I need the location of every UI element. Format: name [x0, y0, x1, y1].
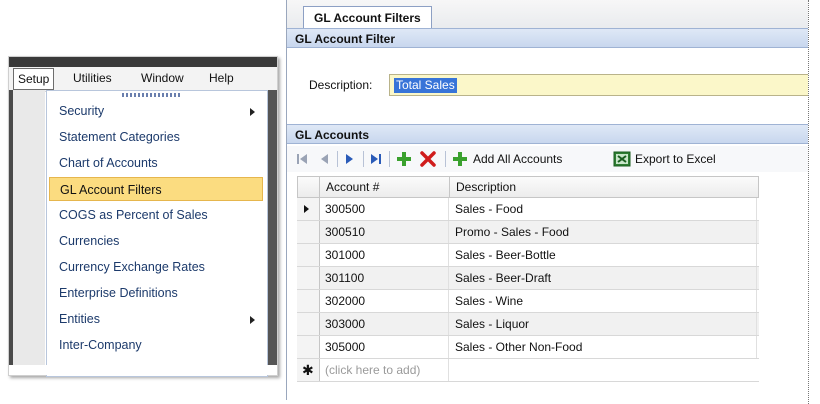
row-selector-header — [298, 177, 320, 197]
table-row[interactable]: 301000 Sales - Beer-Bottle — [297, 244, 759, 267]
table-row[interactable]: 300510 Promo - Sales - Food — [297, 221, 759, 244]
menu-item-statement-categories[interactable]: Statement Categories — [49, 125, 263, 149]
description-field[interactable]: Total Sales — [389, 74, 809, 96]
toolbar-separator — [389, 151, 390, 167]
menu-item-chart-of-accounts[interactable]: Chart of Accounts — [49, 151, 263, 175]
grid-header: Account # Description — [297, 176, 759, 198]
previous-record-icon[interactable] — [317, 150, 331, 168]
table-row[interactable]: 303000 Sales - Liquor — [297, 313, 759, 336]
cell-account-number[interactable]: 300500 — [319, 198, 449, 220]
submenu-arrow-icon — [250, 316, 255, 324]
toolbar-separator — [445, 151, 446, 167]
menu-item-label: Currency Exchange Rates — [59, 260, 205, 274]
cell-account-number[interactable]: 301100 — [319, 267, 449, 289]
menu-left-edge — [9, 90, 13, 375]
menubar: Setup Utilities Window Help — [9, 67, 277, 92]
cell-account-number[interactable]: 302000 — [319, 290, 449, 312]
menu-item-label: Statement Categories — [59, 130, 180, 144]
excel-icon — [613, 151, 631, 167]
setup-dropdown: Security Statement Categories Chart of A… — [46, 90, 268, 377]
menubar-window[interactable]: Window — [137, 69, 188, 87]
cell-description[interactable]: Sales - Other Non-Food — [449, 336, 757, 358]
menu-grip[interactable] — [122, 93, 182, 97]
row-selector[interactable] — [297, 244, 320, 266]
menu-item-gl-account-filters[interactable]: GL Account Filters — [49, 177, 263, 201]
cell-account-number[interactable]: 305000 — [319, 336, 449, 358]
tab-strip: GL Account Filters — [287, 0, 809, 29]
menu-item-label: Enterprise Definitions — [59, 286, 178, 300]
column-header-description[interactable]: Description — [450, 177, 758, 197]
menu-item-label: Chart of Accounts — [59, 156, 158, 170]
delete-icon[interactable] — [419, 150, 437, 168]
menu-item-entities[interactable]: Entities — [49, 307, 263, 331]
table-row[interactable]: 301100 Sales - Beer-Draft — [297, 267, 759, 290]
menu-item-enterprise-definitions[interactable]: Enterprise Definitions — [49, 281, 263, 305]
toolbar-separator — [337, 151, 338, 167]
menu-item-label: COGS as Percent of Sales — [59, 208, 208, 222]
menu-item-currency-exchange-rates[interactable]: Currency Exchange Rates — [49, 255, 263, 279]
grid-toolbar: Add All Accounts Export to Excel — [287, 146, 809, 172]
description-value: Total Sales — [394, 78, 457, 93]
menu-item-cogs-percent-of-sales[interactable]: COGS as Percent of Sales — [49, 203, 263, 227]
row-selector[interactable] — [297, 290, 320, 312]
menu-item-currencies[interactable]: Currencies — [49, 229, 263, 253]
row-selector[interactable] — [297, 336, 320, 358]
gl-account-filters-window: GL Account Filters GL Account Filter Des… — [286, 0, 809, 400]
menu-left-margin — [9, 90, 45, 375]
table-row[interactable]: 300500 Sales - Food — [297, 198, 759, 221]
cell-description[interactable]: Sales - Beer-Draft — [449, 267, 757, 289]
row-selector[interactable] — [297, 198, 320, 220]
cell-description[interactable]: Promo - Sales - Food — [449, 221, 757, 243]
new-row[interactable]: ✱ (click here to add) — [297, 359, 759, 382]
add-row-placeholder[interactable]: (click here to add) — [319, 359, 449, 381]
first-record-icon[interactable] — [295, 150, 309, 168]
menu-item-label: GL Account Filters — [60, 183, 162, 197]
cell-account-number[interactable]: 301000 — [319, 244, 449, 266]
row-selector: ✱ — [297, 359, 320, 381]
add-all-icon — [453, 152, 467, 166]
description-label: Description: — [309, 78, 373, 92]
menu-right-edge — [267, 90, 277, 375]
cell-description[interactable]: Sales - Beer-Bottle — [449, 244, 757, 266]
add-all-accounts-button[interactable]: Add All Accounts — [473, 150, 562, 168]
toolbar-separator — [363, 151, 364, 167]
row-selector[interactable] — [297, 267, 320, 289]
torn-edge — [808, 0, 820, 404]
torn-edge — [9, 365, 277, 375]
section-header-gl-accounts: GL Accounts — [287, 124, 809, 144]
filter-area: Description: Total Sales — [287, 50, 809, 120]
submenu-arrow-icon — [250, 108, 255, 116]
cell-account-number[interactable]: 303000 — [319, 313, 449, 335]
row-selector[interactable] — [297, 221, 320, 243]
new-row-asterisk-icon: ✱ — [302, 362, 314, 378]
menu-item-label: Entities — [59, 312, 100, 326]
cell-description[interactable]: Sales - Liquor — [449, 313, 757, 335]
menu-item-label: Security — [59, 104, 105, 118]
window-top-strip — [9, 57, 277, 67]
menu-item-inter-company[interactable]: Inter-Company — [49, 333, 263, 357]
menu-item-label: Currencies — [59, 234, 120, 248]
cell-description[interactable]: Sales - Food — [449, 198, 757, 220]
row-selector[interactable] — [297, 313, 320, 335]
setup-menu-panel: Setup Utilities Window Help Security Sta… — [8, 56, 278, 377]
menubar-help[interactable]: Help — [205, 69, 238, 87]
table-row[interactable]: 305000 Sales - Other Non-Food — [297, 336, 759, 359]
current-row-arrow-icon — [304, 205, 309, 213]
cell-account-number[interactable]: 300510 — [319, 221, 449, 243]
next-record-icon[interactable] — [343, 150, 357, 168]
add-icon[interactable] — [395, 150, 413, 168]
menubar-utilities[interactable]: Utilities — [69, 69, 116, 87]
menu-item-label: Inter-Company — [59, 338, 142, 352]
section-header-gl-account-filter: GL Account Filter — [287, 28, 809, 48]
menubar-setup[interactable]: Setup — [13, 68, 55, 90]
cell-description[interactable]: Sales - Wine — [449, 290, 757, 312]
column-header-account[interactable]: Account # — [320, 177, 450, 197]
export-to-excel-button[interactable]: Export to Excel — [635, 150, 716, 168]
menu-item-security[interactable]: Security — [49, 99, 263, 123]
last-record-icon[interactable] — [369, 150, 383, 168]
table-row[interactable]: 302000 Sales - Wine — [297, 290, 759, 313]
tab-gl-account-filters[interactable]: GL Account Filters — [303, 6, 432, 29]
